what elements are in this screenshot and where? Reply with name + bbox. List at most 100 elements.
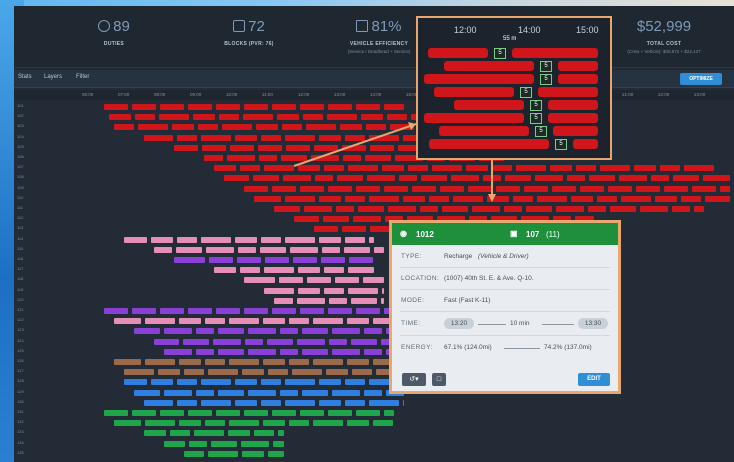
schedule-block[interactable]	[164, 440, 185, 447]
schedule-block[interactable]	[273, 440, 284, 447]
gantt-row[interactable]: 127	[14, 367, 734, 377]
schedule-block[interactable]	[429, 139, 549, 149]
schedule-block[interactable]	[573, 139, 598, 149]
schedule-block[interactable]	[314, 226, 338, 233]
schedule-block[interactable]	[535, 175, 563, 182]
schedule-block[interactable]	[328, 104, 352, 110]
schedule-block[interactable]	[347, 359, 369, 365]
schedule-block[interactable]	[278, 430, 284, 437]
schedule-block[interactable]	[172, 124, 194, 131]
schedule-block[interactable]	[403, 399, 404, 406]
schedule-block[interactable]	[307, 277, 331, 284]
schedule-block[interactable]	[206, 246, 234, 253]
schedule-block[interactable]	[245, 338, 263, 345]
schedule-block[interactable]	[329, 338, 347, 345]
schedule-block[interactable]	[492, 165, 512, 172]
schedule-block[interactable]	[323, 216, 349, 223]
schedule-block[interactable]	[179, 359, 201, 365]
schedule-block[interactable]	[356, 410, 380, 416]
schedule-block[interactable]	[403, 195, 425, 202]
schedule-block[interactable]	[260, 246, 286, 253]
schedule-block[interactable]	[328, 308, 352, 314]
schedule-block[interactable]	[610, 206, 636, 212]
schedule-block[interactable]	[640, 206, 668, 212]
schedule-block[interactable]	[444, 61, 534, 71]
schedule-block[interactable]	[369, 236, 374, 243]
gantt-row[interactable]: 105	[14, 143, 734, 153]
gantt-row[interactable]: 117	[14, 265, 734, 275]
schedule-block[interactable]	[281, 155, 307, 161]
gantt-row[interactable]: 108	[14, 173, 734, 183]
schedule-block[interactable]	[268, 369, 288, 376]
schedule-block[interactable]	[272, 104, 296, 110]
schedule-block[interactable]	[238, 246, 256, 253]
schedule-block[interactable]	[382, 165, 404, 172]
schedule-block[interactable]	[306, 124, 336, 131]
schedule-block[interactable]	[300, 410, 324, 416]
schedule-block[interactable]	[248, 348, 276, 355]
schedule-block[interactable]	[277, 114, 299, 121]
schedule-block[interactable]	[424, 74, 534, 84]
schedule-block[interactable]	[285, 399, 315, 406]
schedule-block[interactable]	[322, 246, 340, 253]
gantt-row[interactable]: 133	[14, 428, 734, 438]
schedule-block[interactable]	[224, 175, 249, 182]
schedule-block[interactable]	[424, 113, 524, 123]
schedule-block[interactable]	[211, 440, 237, 447]
schedule-block[interactable]	[160, 410, 184, 416]
schedule-block[interactable]	[237, 257, 261, 263]
gantt-row[interactable]: 113	[14, 224, 734, 234]
schedule-block[interactable]	[160, 104, 184, 110]
schedule-block[interactable]	[202, 144, 226, 151]
schedule-block[interactable]	[132, 104, 156, 110]
gantt-row[interactable]: 121	[14, 306, 734, 316]
schedule-block[interactable]	[315, 175, 333, 182]
schedule-block[interactable]	[374, 246, 384, 253]
schedule-block[interactable]	[381, 297, 384, 304]
schedule-block[interactable]	[487, 195, 509, 202]
schedule-block[interactable]	[421, 175, 447, 182]
schedule-block[interactable]	[261, 134, 281, 141]
schedule-block[interactable]	[114, 318, 141, 325]
schedule-block[interactable]	[505, 175, 531, 182]
schedule-block[interactable]	[384, 185, 408, 192]
schedule-block[interactable]	[442, 206, 468, 212]
schedule-block[interactable]	[253, 175, 279, 182]
schedule-block[interactable]	[302, 348, 328, 355]
schedule-block[interactable]	[188, 410, 212, 416]
schedule-block[interactable]	[298, 287, 320, 294]
schedule-block[interactable]	[216, 104, 240, 110]
schedule-block[interactable]	[243, 114, 273, 121]
schedule-block[interactable]	[254, 430, 274, 437]
schedule-block[interactable]	[114, 359, 141, 365]
gantt-row[interactable]: 131	[14, 408, 734, 418]
schedule-block[interactable]	[313, 420, 343, 427]
schedule-block[interactable]	[213, 338, 241, 345]
schedule-block[interactable]	[335, 277, 359, 284]
schedule-block[interactable]	[303, 114, 323, 121]
schedule-block[interactable]	[576, 165, 596, 172]
schedule-block[interactable]	[196, 328, 214, 335]
schedule-block[interactable]	[290, 246, 318, 253]
schedule-block[interactable]	[369, 399, 399, 406]
schedule-block[interactable]	[280, 328, 298, 335]
schedule-block[interactable]	[319, 379, 341, 386]
schedule-block[interactable]	[214, 165, 236, 172]
schedule-block[interactable]	[513, 195, 533, 202]
gantt-row[interactable]: 118	[14, 275, 734, 285]
schedule-block[interactable]	[174, 257, 205, 263]
schedule-block[interactable]	[619, 175, 647, 182]
schedule-block[interactable]	[164, 389, 192, 396]
schedule-block[interactable]	[144, 134, 173, 141]
schedule-block[interactable]	[429, 195, 449, 202]
schedule-block[interactable]	[230, 144, 254, 151]
schedule-block[interactable]	[524, 185, 548, 192]
schedule-block[interactable]	[302, 328, 328, 335]
schedule-block[interactable]	[219, 114, 239, 121]
gantt-row[interactable]: 130	[14, 398, 734, 408]
schedule-block[interactable]	[454, 100, 524, 110]
schedule-block[interactable]	[466, 165, 488, 172]
schedule-block[interactable]	[358, 206, 384, 212]
schedule-block[interactable]	[621, 195, 651, 202]
schedule-block[interactable]	[347, 420, 369, 427]
